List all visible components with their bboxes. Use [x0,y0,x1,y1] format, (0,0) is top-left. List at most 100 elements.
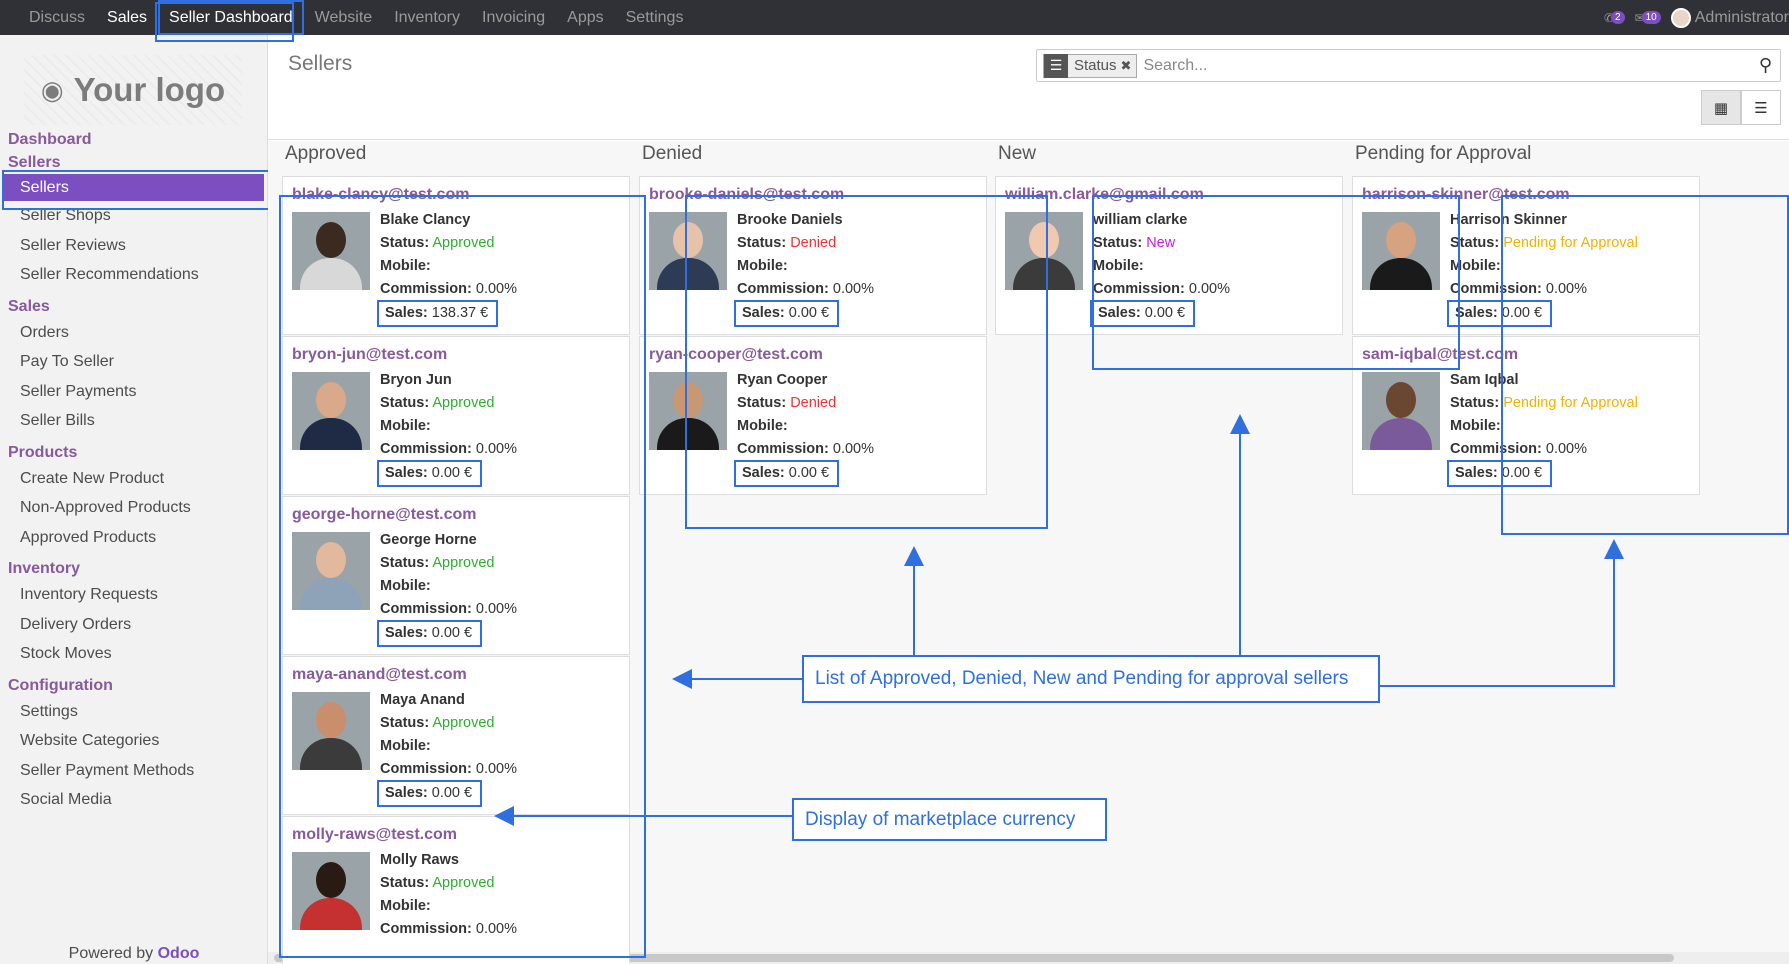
menu-section-configuration[interactable]: Configuration [0,674,268,697]
nav-settings[interactable]: Settings [615,0,695,35]
sidebar-item-seller-reviews[interactable]: Seller Reviews [0,231,268,261]
seller-photo [292,372,370,450]
sidebar-item-settings[interactable]: Settings [0,697,268,727]
seller-photo [292,692,370,770]
sidebar-item-non-approved-products[interactable]: Non-Approved Products [0,493,268,523]
status-value: New [1146,235,1176,251]
seller-email[interactable]: brooke-daniels@test.com [649,186,844,204]
menu-section-dashboard[interactable]: Dashboard [0,128,268,151]
nav-seller-dashboard[interactable]: Seller Dashboard [158,0,304,35]
seller-status-row: Status: Approved [380,712,517,735]
seller-mobile-row: Mobile: [380,415,517,438]
commission-label: Commission: [1450,281,1542,297]
nav-sales[interactable]: Sales [96,0,158,35]
seller-email[interactable]: ryan-cooper@test.com [649,346,823,364]
seller-photo [1362,212,1440,290]
sidebar-item-website-categories[interactable]: Website Categories [0,726,268,756]
nav-apps[interactable]: Apps [556,0,614,35]
user-menu[interactable]: Administrator [1670,7,1789,28]
seller-name: william clarke [1093,212,1188,228]
seller-name: Harrison Skinner [1450,212,1567,228]
seller-info: Brooke Daniels Status: Denied Mobile: Commi… [737,209,874,301]
seller-card[interactable]: bryon-jun@test.com Bryon Jun Status: Appro… [282,336,630,495]
sales-amount: Sales: 0.00 € [1090,300,1196,327]
menu-section-inventory[interactable]: Inventory [0,557,268,580]
sidebar-item-sellers[interactable]: Sellers [4,174,264,201]
mobile-label: Mobile: [380,418,431,434]
facet-label: Status [1074,57,1117,74]
nav-discuss[interactable]: Discuss [18,0,96,35]
sidebar-item-inventory-requests[interactable]: Inventory Requests [0,580,268,610]
company-logo[interactable]: ◉ Your logo [24,55,242,125]
search-icon[interactable]: ⚲ [1759,55,1772,76]
menu-section-sellers[interactable]: Sellers [0,151,268,174]
sidebar-item-approved-products[interactable]: Approved Products [0,523,268,553]
seller-email[interactable]: george-horne@test.com [292,506,477,524]
search-bar[interactable]: ☰ Status ✖ Search... ⚲ [1036,49,1781,82]
seller-email[interactable]: william.clarke@gmail.com [1005,186,1204,204]
sidebar-item-pay-to-seller[interactable]: Pay To Seller [0,347,268,377]
seller-mobile-row: Mobile: [380,735,517,758]
status-value: Approved [432,555,495,571]
seller-card[interactable]: harrison-skinner@test.com Harrison Skinne… [1352,176,1700,335]
sidebar-item-delivery-orders[interactable]: Delivery Orders [0,610,268,640]
nav-invoicing[interactable]: Invoicing [471,0,556,35]
user-avatar [1670,7,1691,28]
menu-section-products[interactable]: Products [0,441,268,464]
search-input[interactable]: Search... [1143,57,1758,75]
commission-value: 0.00% [475,441,517,457]
seller-card[interactable]: maya-anand@test.com Maya Anand Status: App… [282,656,630,815]
status-label: Status: [380,715,430,731]
seller-card[interactable]: blake-clancy@test.com Blake Clancy Status:… [282,176,630,335]
seller-card[interactable]: ryan-cooper@test.com Ryan Cooper Status: D… [639,336,987,495]
odoo-link[interactable]: Odoo [158,945,200,962]
sales-label: Sales: [385,785,428,801]
seller-email[interactable]: blake-clancy@test.com [292,186,469,204]
seller-photo [649,212,727,290]
seller-email[interactable]: molly-raws@test.com [292,826,457,844]
status-facet[interactable]: ☰ Status ✖ [1043,53,1138,78]
sidebar-item-seller-bills[interactable]: Seller Bills [0,406,268,436]
column-title: Pending for Approval [1355,143,1532,164]
seller-card[interactable]: george-horne@test.com George Horne Status:… [282,496,630,655]
powered-prefix: Powered by [68,945,154,962]
sidebar-item-seller-recommendations[interactable]: Seller Recommendations [0,260,268,290]
sidebar-item-seller-shops[interactable]: Seller Shops [0,201,268,231]
seller-mobile-row: Mobile: [380,575,517,598]
commission-value: 0.00% [475,921,517,937]
seller-email[interactable]: harrison-skinner@test.com [1362,186,1570,204]
photo-head-shape [1386,222,1416,258]
seller-commission-row: Commission: 0.00% [1093,278,1230,301]
kanban-view-button[interactable]: ▦ [1701,90,1741,125]
list-view-button[interactable]: ☰ [1741,90,1781,125]
seller-card[interactable]: william.clarke@gmail.com william clarke St… [995,176,1343,335]
messages-indicator[interactable]: ✉ 10 [1635,11,1661,25]
sidebar-item-create-new-product[interactable]: Create New Product [0,464,268,494]
sidebar-item-social-media[interactable]: Social Media [0,785,268,815]
sidebar-item-seller-payment-methods[interactable]: Seller Payment Methods [0,756,268,786]
status-value: Approved [432,715,495,731]
seller-email[interactable]: maya-anand@test.com [292,666,467,684]
seller-status-row: Status: Denied [737,232,874,255]
nav-inventory[interactable]: Inventory [383,0,471,35]
seller-info: George Horne Status: Approved Mobile: Commi… [380,529,517,621]
seller-mobile-row: Mobile: [737,255,874,278]
photo-head-shape [316,542,346,578]
sales-value: 0.00 € [1501,305,1543,321]
photo-body-shape [300,738,362,770]
seller-card[interactable]: sam-iqbal@test.com Sam Iqbal Status: Pendi… [1352,336,1700,495]
sidebar-item-orders[interactable]: Orders [0,318,268,348]
sidebar-item-stock-moves[interactable]: Stock Moves [0,639,268,669]
sidebar-item-seller-payments[interactable]: Seller Payments [0,377,268,407]
seller-card[interactable]: brooke-daniels@test.com Brooke Daniels Sta… [639,176,987,335]
menu-section-sales[interactable]: Sales [0,295,268,318]
seller-email[interactable]: bryon-jun@test.com [292,346,447,364]
message-count-badge: 10 [1641,11,1661,24]
chat-indicator[interactable]: ✆ 2 [1604,11,1625,25]
remove-facet-icon[interactable]: ✖ [1121,58,1137,74]
nav-website[interactable]: Website [304,0,384,35]
seller-email[interactable]: sam-iqbal@test.com [1362,346,1518,364]
seller-photo [1005,212,1083,290]
status-label: Status: [380,555,430,571]
seller-card[interactable]: molly-raws@test.com Molly Raws Status: App… [282,816,630,964]
